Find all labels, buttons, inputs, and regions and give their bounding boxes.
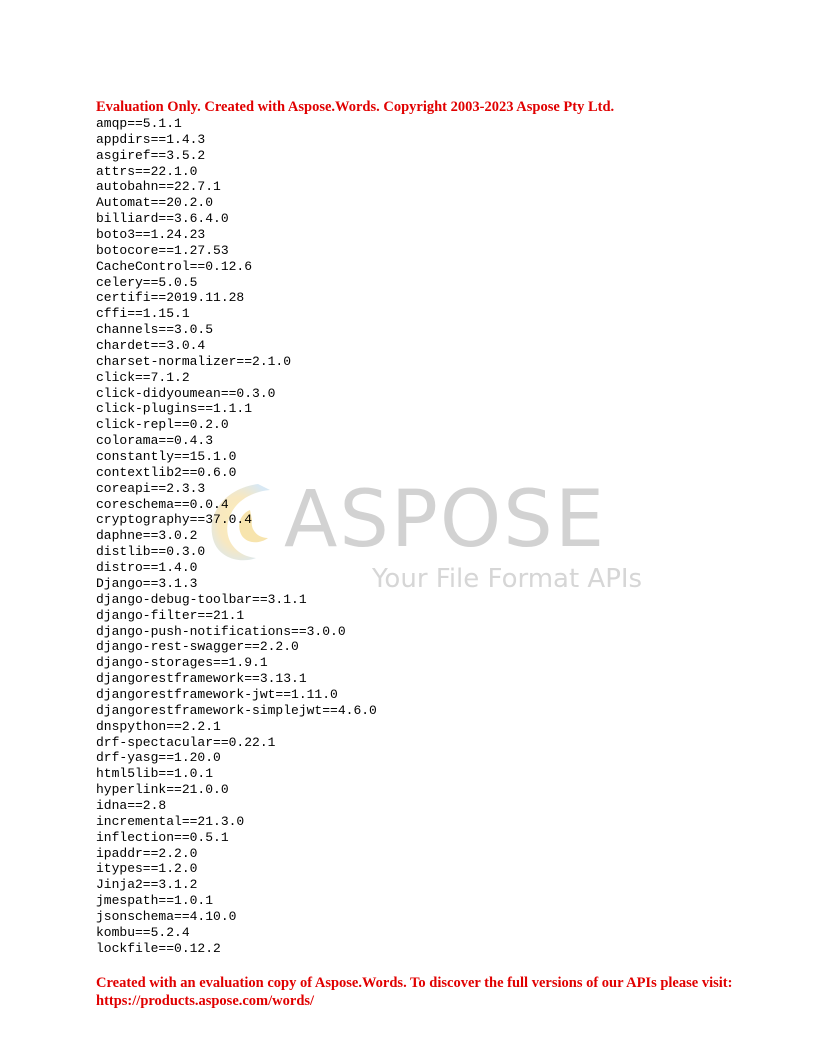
requirement-line: boto3==1.24.23	[96, 227, 206, 243]
requirement-line: django-filter==21.1	[96, 607, 245, 623]
evaluation-notice: Evaluation Only. Created with Aspose.Wor…	[96, 99, 615, 115]
requirement-line: chardet==3.0.4	[96, 338, 206, 354]
requirement-line: charset-normalizer==2.1.0	[96, 353, 292, 369]
requirement-line: constantly==15.1.0	[96, 449, 237, 465]
evaluation-footer-notice: Created with an evaluation copy of Aspos…	[96, 975, 733, 1009]
requirement-line: botocore==1.27.53	[96, 242, 229, 258]
requirement-line: colorama==0.4.3	[96, 433, 214, 449]
requirement-line: coreschema==0.0.4	[96, 496, 229, 512]
requirements-list: amqp==5.1.1 appdirs==1.4.3 asgiref==3.5.2 a…	[96, 116, 377, 957]
requirement-line: jsonschema==4.10.0	[96, 908, 237, 924]
requirement-line: itypes==1.2.0	[96, 861, 198, 877]
requirement-line: hyperlink==21.0.0	[96, 782, 229, 798]
requirement-line: Jinja2==3.1.2	[96, 877, 198, 893]
requirement-line: drf-yasg==1.20.0	[96, 750, 221, 766]
requirement-line: jmespath==1.0.1	[96, 893, 214, 909]
requirement-line: appdirs==1.4.3	[96, 131, 206, 147]
requirement-line: cryptography==37.0.4	[96, 512, 253, 528]
requirement-line: autobahn==22.7.1	[96, 179, 221, 195]
requirement-line: ipaddr==2.2.0	[96, 845, 198, 861]
requirement-line: click==7.1.2	[96, 369, 190, 385]
requirement-line: CacheControl==0.12.6	[96, 258, 253, 274]
requirement-line: attrs==22.1.0	[96, 163, 198, 179]
requirement-line: celery==5.0.5	[96, 274, 198, 290]
requirement-line: dnspython==2.2.1	[96, 718, 221, 734]
requirement-line: django-storages==1.9.1	[96, 655, 268, 671]
requirement-line: incremental==21.3.0	[96, 813, 245, 829]
requirement-line: djangorestframework-jwt==1.11.0	[96, 686, 338, 702]
requirement-line: coreapi==2.3.3	[96, 480, 206, 496]
requirement-line: djangorestframework==3.13.1	[96, 671, 307, 687]
requirement-line: kombu==5.2.4	[96, 924, 190, 940]
requirement-line: lockfile==0.12.2	[96, 940, 221, 956]
requirement-line: channels==3.0.5	[96, 322, 214, 338]
requirement-line: drf-spectacular==0.22.1	[96, 734, 276, 750]
requirement-line: amqp==5.1.1	[96, 116, 182, 131]
requirement-line: distro==1.4.0	[96, 560, 198, 576]
requirement-line: cffi==1.15.1	[96, 306, 190, 322]
requirement-line: billiard==3.6.4.0	[96, 211, 229, 227]
requirement-line: asgiref==3.5.2	[96, 147, 206, 163]
requirement-line: django-push-notifications==3.0.0	[96, 623, 346, 639]
requirement-line: idna==2.8	[96, 797, 167, 813]
requirement-line: html5lib==1.0.1	[96, 766, 214, 782]
requirement-line: click-repl==0.2.0	[96, 417, 229, 433]
requirement-line: click-plugins==1.1.1	[96, 401, 253, 417]
requirement-line: contextlib2==0.6.0	[96, 464, 237, 480]
requirement-line: click-didyoumean==0.3.0	[96, 385, 276, 401]
requirement-line: Automat==20.2.0	[96, 195, 214, 211]
requirement-line: djangorestframework-simplejwt==4.6.0	[96, 702, 377, 718]
requirement-line: django-rest-swagger==2.2.0	[96, 639, 299, 655]
requirement-line: daphne==3.0.2	[96, 528, 198, 544]
requirement-line: certifi==2019.11.28	[96, 290, 245, 306]
requirement-line: inflection==0.5.1	[96, 829, 229, 845]
document-page: ASPOSE Your File Format APIs Evaluation …	[0, 0, 816, 1056]
requirement-line: Django==3.1.3	[96, 575, 198, 591]
requirement-line: distlib==0.3.0	[96, 544, 206, 560]
requirement-line: django-debug-toolbar==3.1.1	[96, 591, 307, 607]
watermark-subtitle: Your File Format APIs	[372, 564, 643, 594]
